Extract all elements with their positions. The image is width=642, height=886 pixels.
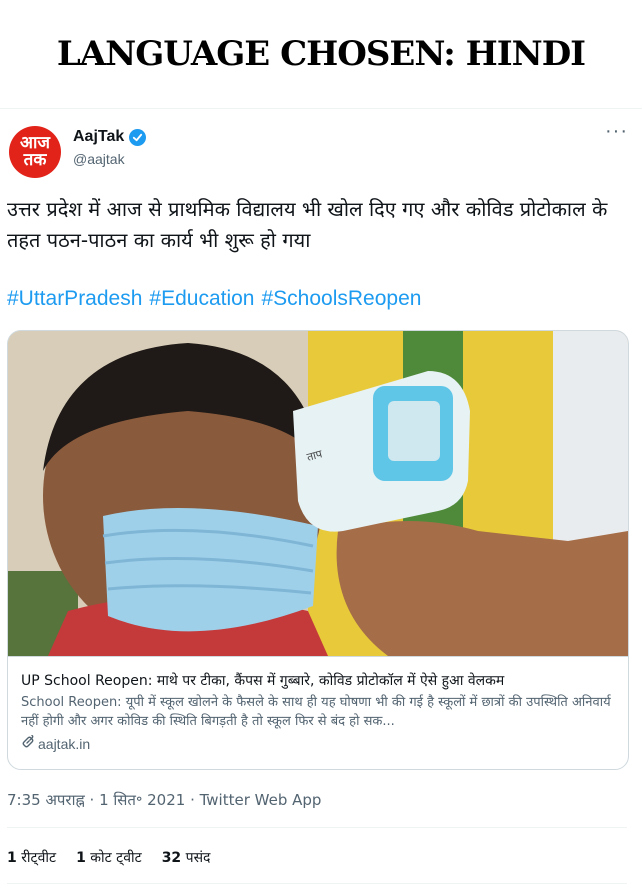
- divider: [7, 827, 627, 828]
- more-options-button[interactable]: ···: [605, 120, 628, 143]
- like-count: 32: [161, 850, 182, 866]
- hashtag-link[interactable]: #Education: [149, 287, 254, 311]
- banner-title: LANGUAGE CHOSEN: HINDI: [56, 34, 586, 74]
- quote-label: कोट ट्वीट: [90, 850, 142, 866]
- retweet-label: रीट्वीट: [21, 850, 57, 866]
- card-image[interactable]: ताप: [8, 331, 628, 656]
- quote-stat[interactable]: 1 कोट ट्वीट: [76, 848, 142, 867]
- divider: [7, 883, 627, 884]
- author-handle[interactable]: @aajtak: [73, 151, 125, 167]
- tweet-text: उत्तर प्रदेश में आज से प्राथमिक विद्यालय…: [7, 197, 608, 252]
- avatar[interactable]: आज तक: [9, 126, 61, 178]
- like-stat[interactable]: 32 पसंद: [162, 848, 211, 867]
- card-description: School Reopen: यूपी में स्कूल खोलने के फ…: [21, 695, 611, 729]
- card-domain[interactable]: aajtak.in: [38, 736, 90, 752]
- link-preview-card[interactable]: ताप UP School Reopen: माथे पर टीका, कैंप…: [7, 330, 629, 770]
- hashtag-list: #UttarPradesh #Education #SchoolsReopen: [7, 287, 421, 311]
- hashtag-link[interactable]: #SchoolsReopen: [262, 287, 422, 311]
- author-name-row: AajTak: [73, 128, 147, 146]
- header-banner: LANGUAGE CHOSEN: HINDI: [0, 0, 642, 109]
- quote-count: 1: [76, 850, 86, 866]
- card-meta[interactable]: UP School Reopen: माथे पर टीका, कैंपस मे…: [8, 656, 628, 769]
- card-domain-row: aajtak.in: [21, 734, 90, 752]
- link-icon: [21, 734, 35, 752]
- avatar-logo-text: आज तक: [20, 133, 50, 170]
- author-name[interactable]: AajTak: [73, 128, 124, 146]
- tweet-container: आज तक AajTak @aajtak ··· उत्तर प्रदेश मे…: [0, 108, 642, 886]
- retweet-stat[interactable]: 1 रीट्वीट: [7, 848, 56, 867]
- hashtag-link[interactable]: #UttarPradesh: [7, 287, 142, 311]
- retweet-count: 1: [7, 850, 17, 866]
- card-title[interactable]: UP School Reopen: माथे पर टीका, कैंपस मे…: [21, 671, 504, 690]
- engagement-stats: 1 रीट्वीट 1 कोट ट्वीट 32 पसंद: [7, 848, 210, 867]
- like-label: पसंद: [185, 850, 211, 866]
- tweet-timestamp[interactable]: 7:35 अपराह्न · 1 सित॰ 2021 · Twitter Web…: [7, 790, 321, 810]
- verified-badge-icon: [129, 128, 147, 146]
